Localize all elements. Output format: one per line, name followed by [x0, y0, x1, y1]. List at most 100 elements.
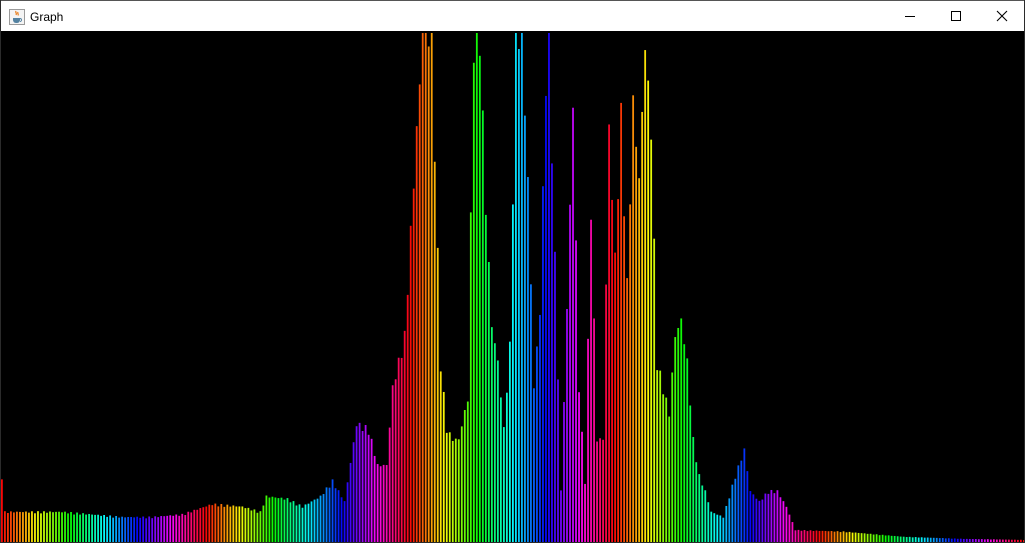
- spectrum-bar: [43, 511, 45, 542]
- spectrum-bar: [148, 516, 151, 542]
- spectrum-bar: [731, 484, 734, 542]
- spectrum-bar: [908, 536, 911, 542]
- spectrum-bar: [563, 402, 565, 542]
- minimize-button[interactable]: [887, 1, 933, 31]
- spectrum-bar: [7, 513, 9, 542]
- spectrum-bar: [713, 513, 716, 542]
- spectrum-bar: [379, 466, 382, 542]
- spectrum-bar: [551, 163, 553, 542]
- spectrum-bar: [226, 504, 229, 542]
- spectrum-bar: [364, 425, 367, 542]
- spectrum-bar: [755, 498, 758, 542]
- close-button[interactable]: [979, 1, 1024, 31]
- spectrum-bar: [406, 294, 409, 542]
- spectrum-bar: [794, 530, 797, 542]
- spectrum-bar: [827, 531, 830, 542]
- spectrum-bar: [701, 485, 704, 542]
- spectrum-bar: [373, 455, 376, 542]
- spectrum-bar: [274, 497, 277, 542]
- spectrum-bar: [614, 252, 616, 542]
- spectrum-bar: [734, 478, 737, 542]
- spectrum-bar: [370, 438, 373, 542]
- spectrum-bar: [938, 538, 941, 542]
- spectrum-bar: [313, 499, 316, 542]
- spectrum-bar: [758, 500, 761, 542]
- spectrum-bar: [572, 107, 574, 542]
- spectrum-bar: [773, 493, 776, 542]
- spectrum-bar: [118, 517, 121, 542]
- spectrum-bar: [707, 502, 710, 542]
- spectrum-bar: [650, 139, 653, 542]
- spectrum-bar: [262, 505, 265, 542]
- spectrum-bar: [902, 536, 905, 542]
- spectrum-bar: [722, 517, 725, 542]
- spectrum-bar: [421, 33, 424, 542]
- graph-canvas: [1, 31, 1024, 542]
- spectrum-bar: [662, 394, 665, 542]
- spectrum-bar: [923, 537, 926, 542]
- spectrum-bar: [184, 515, 187, 542]
- spectrum-bar: [800, 530, 803, 542]
- spectrum-bar: [785, 506, 788, 542]
- spectrum-bar: [52, 512, 54, 542]
- spectrum-bar: [289, 502, 292, 542]
- spectrum-bar: [815, 530, 818, 542]
- spectrum-bar: [686, 358, 689, 542]
- spectrum-bar: [463, 410, 466, 542]
- spectrum-bar: [397, 357, 400, 542]
- spectrum-bar: [797, 529, 800, 542]
- spectrum-bar: [608, 124, 610, 542]
- spectrum-bar: [665, 397, 668, 542]
- spectrum-bar: [97, 514, 99, 542]
- spectrum-bar: [409, 225, 412, 542]
- spectrum-bar: [959, 538, 962, 542]
- spectrum-bar: [887, 535, 890, 542]
- spectrum-bar: [334, 488, 337, 542]
- spectrum-bar: [749, 491, 752, 542]
- spectrum-bar: [247, 507, 250, 542]
- spectrum-bar: [466, 401, 469, 542]
- spectrum-bar: [469, 212, 472, 542]
- spectrum-bar: [557, 379, 559, 542]
- spectrum-bar: [172, 515, 175, 542]
- spectrum-bar: [493, 343, 496, 542]
- spectrum-bar: [725, 505, 728, 542]
- spectrum-bar: [310, 501, 313, 542]
- spectrum-bar: [779, 497, 782, 542]
- spectrum-bar: [202, 507, 205, 542]
- spectrum-bar: [415, 126, 418, 542]
- spectrum-bar: [46, 512, 48, 542]
- spectrum-bar: [767, 493, 770, 542]
- spectrum-bar: [283, 499, 286, 542]
- spectrum-bar: [160, 516, 163, 542]
- spectrum-bar: [953, 538, 956, 542]
- spectrum-bar: [764, 493, 767, 542]
- spectrum-bar: [956, 538, 959, 542]
- spectrum-bar: [863, 533, 866, 542]
- spectrum-bar: [58, 511, 60, 542]
- spectrum-bar: [103, 515, 105, 542]
- maximize-button[interactable]: [933, 1, 979, 31]
- spectrum-bar: [85, 514, 87, 542]
- spectrum-bar: [445, 432, 448, 542]
- title-bar[interactable]: Graph: [1, 0, 1024, 31]
- spectrum-bar: [91, 514, 93, 542]
- spectrum-bar: [322, 494, 325, 542]
- spectrum-bar: [554, 251, 556, 542]
- spectrum-bar: [325, 487, 328, 542]
- spectrum-bar: [22, 512, 24, 542]
- spectrum-bar: [82, 513, 84, 542]
- spectrum-bar: [61, 512, 63, 542]
- spectrum-bar: [307, 503, 310, 542]
- spectrum-bar: [115, 515, 118, 542]
- window-title: Graph: [30, 10, 64, 24]
- spectrum-bar: [268, 497, 271, 542]
- spectrum-bar: [575, 240, 577, 542]
- spectrum-bar: [64, 511, 66, 542]
- spectrum-bar: [617, 199, 619, 542]
- spectrum-bar: [427, 46, 430, 542]
- spectrum-bar: [49, 511, 51, 542]
- spectrum-bar: [653, 238, 656, 542]
- spectrum-bar: [352, 442, 355, 542]
- spectrum-bar: [752, 494, 755, 542]
